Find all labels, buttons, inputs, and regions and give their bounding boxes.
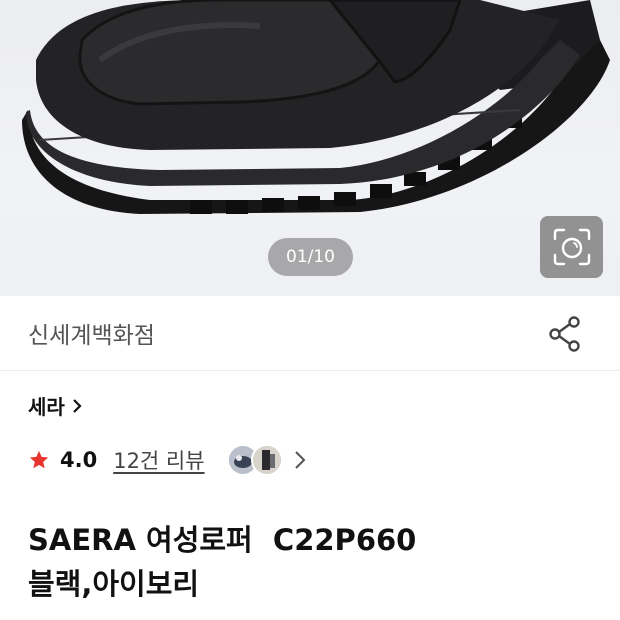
product-title-line2: 블랙,아이보리 bbox=[28, 567, 200, 601]
image-counter: 01/10 bbox=[268, 238, 353, 276]
product-title: SAERA 여성로퍼 C22P660 블랙,아이보리 bbox=[28, 518, 608, 606]
review-count-link[interactable]: 12건 리뷰 bbox=[113, 445, 204, 475]
chevron-right-icon bbox=[73, 398, 82, 413]
brand-name: 세라 bbox=[28, 395, 65, 419]
share-icon[interactable] bbox=[548, 316, 582, 352]
review-thumbnail bbox=[250, 444, 283, 476]
rating-value: 4.0 bbox=[60, 448, 98, 472]
product-image-gallery[interactable]: 01/10 bbox=[0, 0, 620, 296]
store-name[interactable]: 신세계백화점 bbox=[28, 316, 155, 350]
star-icon bbox=[29, 450, 49, 469]
product-title-line1: SAERA 여성로퍼 C22P660 bbox=[28, 523, 417, 557]
camera-lens-icon bbox=[553, 228, 590, 266]
rating-row: 4.0 12건 리뷰 bbox=[28, 444, 307, 476]
store-row: 신세계백화점 bbox=[0, 296, 620, 371]
review-thumbnails[interactable] bbox=[226, 444, 283, 476]
brand-link[interactable]: 세라 bbox=[28, 391, 83, 420]
chevron-right-icon[interactable] bbox=[293, 449, 307, 471]
image-search-button[interactable] bbox=[540, 216, 603, 278]
